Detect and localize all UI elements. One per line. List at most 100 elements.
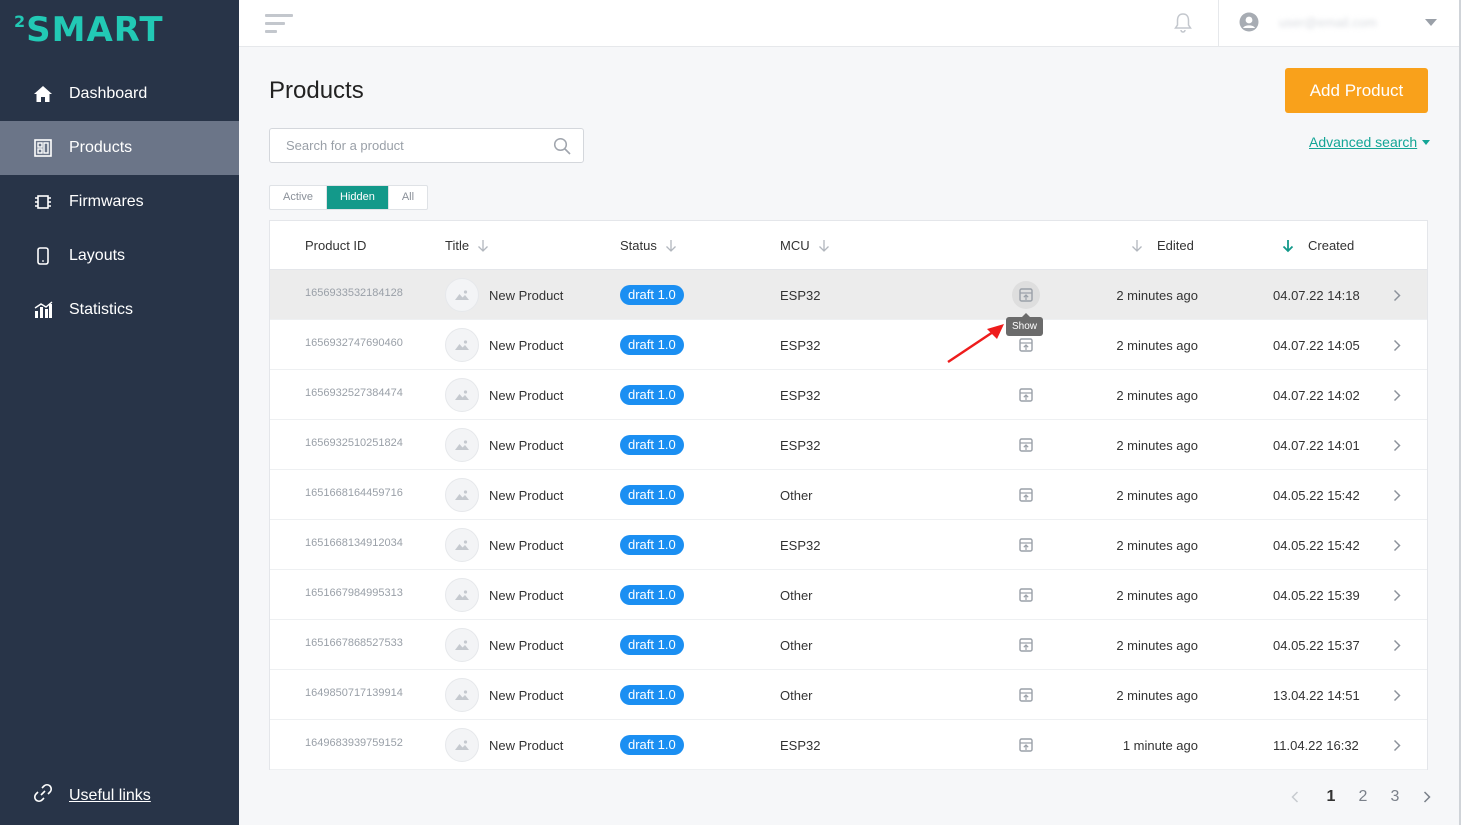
sort-arrow-icon[interactable] xyxy=(818,239,830,253)
chevron-right-icon[interactable] xyxy=(1390,520,1404,570)
unarchive-icon[interactable] xyxy=(1012,631,1040,659)
sort-arrow-icon[interactable] xyxy=(477,239,489,253)
sort-arrow-icon[interactable] xyxy=(1131,239,1143,253)
next-page-icon[interactable] xyxy=(1421,790,1433,804)
edited-value: 2 minutes ago xyxy=(1116,587,1198,603)
search-input[interactable] xyxy=(270,129,540,162)
table-row[interactable]: 1656932747690460 New Product draft 1.0 ESP3… xyxy=(270,320,1427,370)
unarchive-icon[interactable] xyxy=(1012,481,1040,509)
chevron-right-icon[interactable] xyxy=(1390,320,1404,370)
filter-active[interactable]: Active xyxy=(270,186,326,209)
sidebar-item-label: Layouts xyxy=(69,247,126,264)
user-email[interactable]: user@email.com xyxy=(1279,15,1377,30)
chevron-right-icon[interactable] xyxy=(1390,670,1404,720)
status-cell: draft 1.0 xyxy=(620,670,684,720)
status-badge: draft 1.0 xyxy=(620,485,684,505)
show-action-cell xyxy=(1012,370,1040,420)
chevron-right-icon[interactable] xyxy=(1390,470,1404,520)
product-id: 1649850717139914 xyxy=(305,687,403,699)
chevron-right-icon[interactable] xyxy=(1390,570,1404,620)
status-badge: draft 1.0 xyxy=(620,685,684,705)
table-row[interactable]: 1649850717139914 New Product draft 1.0 Othe… xyxy=(270,670,1427,720)
page-1[interactable]: 1 xyxy=(1315,788,1347,806)
table-row[interactable]: 1651668164459716 New Product draft 1.0 Othe… xyxy=(270,470,1427,520)
sidebar-item-firmwares[interactable]: Firmwares xyxy=(0,175,239,229)
product-title: New Product xyxy=(489,487,564,503)
page-2[interactable]: 2 xyxy=(1347,788,1379,806)
table-row[interactable]: 1651668134912034 New Product draft 1.0 ESP3… xyxy=(270,520,1427,570)
table-row[interactable]: 1656933532184128 New Product draft 1.0 ESP3… xyxy=(270,270,1427,320)
show-action-cell xyxy=(1012,570,1040,620)
chevron-down-icon[interactable] xyxy=(1425,19,1437,26)
chevron-right-icon[interactable] xyxy=(1390,370,1404,420)
user-avatar-icon[interactable] xyxy=(1239,12,1259,32)
useful-links[interactable]: Useful links xyxy=(33,783,151,808)
product-id: 1656932527384474 xyxy=(305,387,403,399)
filter-hidden[interactable]: Hidden xyxy=(325,186,388,209)
chevron-right-icon[interactable] xyxy=(1390,270,1404,320)
created-value: 04.05.22 15:39 xyxy=(1273,587,1360,603)
product-id: 1656932747690460 xyxy=(305,337,403,349)
mcu-value: ESP32 xyxy=(780,437,821,453)
status-cell: draft 1.0 xyxy=(620,320,684,370)
topbar-divider xyxy=(1218,0,1219,47)
product-image-icon xyxy=(445,628,479,662)
chevron-right-icon[interactable] xyxy=(1390,420,1404,470)
table-row[interactable]: 1649683939759152 New Product draft 1.0 ESP3… xyxy=(270,720,1427,770)
show-action-cell xyxy=(1012,420,1040,470)
mcu-value: ESP32 xyxy=(780,287,821,303)
brand-logo[interactable]: 2SMART xyxy=(14,10,164,50)
unarchive-icon[interactable] xyxy=(1012,581,1040,609)
table-row[interactable]: 1651667868527533 New Product draft 1.0 Othe… xyxy=(270,620,1427,670)
header-status[interactable]: Status xyxy=(620,238,677,253)
edited-value: 2 minutes ago xyxy=(1116,537,1198,553)
visibility-filter: Active Hidden All xyxy=(269,185,429,210)
sidebar-item-products[interactable]: Products xyxy=(0,121,239,175)
header-title[interactable]: Title xyxy=(445,238,489,253)
sort-arrow-active-icon[interactable] xyxy=(1282,239,1294,253)
unarchive-icon[interactable] xyxy=(1012,531,1040,559)
advanced-search-link[interactable]: Advanced search xyxy=(1309,134,1431,150)
add-product-button[interactable]: Add Product xyxy=(1285,68,1428,113)
filter-all[interactable]: All xyxy=(387,186,427,209)
header-mcu[interactable]: MCU xyxy=(780,238,830,253)
product-title-cell: New Product xyxy=(445,420,563,470)
chevron-right-icon[interactable] xyxy=(1390,720,1404,770)
unarchive-icon[interactable] xyxy=(1012,731,1040,759)
sidebar-item-layouts[interactable]: Layouts xyxy=(0,229,239,283)
chevron-right-icon[interactable] xyxy=(1390,620,1404,670)
menu-toggle-icon[interactable] xyxy=(265,14,293,34)
table-row[interactable]: 1656932527384474 New Product draft 1.0 ESP3… xyxy=(270,370,1427,420)
unarchive-icon[interactable] xyxy=(1012,431,1040,459)
created-value: 13.04.22 14:51 xyxy=(1273,687,1360,703)
header-created[interactable]: Created xyxy=(1282,238,1354,253)
table-row[interactable]: 1656932510251824 New Product draft 1.0 ESP3… xyxy=(270,420,1427,470)
useful-links-label: Useful links xyxy=(69,786,151,804)
table-row[interactable]: 1651667984995313 New Product draft 1.0 Othe… xyxy=(270,570,1427,620)
sidebar-nav: Dashboard Products Firmwares Layouts Sta… xyxy=(0,67,239,337)
created-value: 04.07.22 14:02 xyxy=(1273,387,1360,403)
unarchive-icon[interactable] xyxy=(1012,381,1040,409)
page-3[interactable]: 3 xyxy=(1379,788,1411,806)
product-title: New Product xyxy=(489,637,564,653)
show-action-cell xyxy=(1012,670,1040,720)
status-badge: draft 1.0 xyxy=(620,735,684,755)
product-title: New Product xyxy=(489,687,564,703)
product-image-icon xyxy=(445,578,479,612)
product-image-icon xyxy=(445,378,479,412)
unarchive-icon[interactable] xyxy=(1012,281,1040,309)
sidebar-item-statistics[interactable]: Statistics xyxy=(0,283,239,337)
unarchive-icon[interactable] xyxy=(1012,681,1040,709)
search-icon[interactable] xyxy=(553,137,571,155)
bell-icon[interactable] xyxy=(1173,12,1193,34)
show-action-cell xyxy=(1012,720,1040,770)
status-cell: draft 1.0 xyxy=(620,520,684,570)
search-box xyxy=(269,128,584,163)
header-edited[interactable]: Edited xyxy=(1131,238,1194,253)
sidebar-item-dashboard[interactable]: Dashboard xyxy=(0,67,239,121)
prev-page-icon[interactable] xyxy=(1289,790,1301,804)
status-badge: draft 1.0 xyxy=(620,385,684,405)
product-title-cell: New Product xyxy=(445,670,563,720)
sort-arrow-icon[interactable] xyxy=(665,239,677,253)
created-value: 11.04.22 16:32 xyxy=(1273,737,1359,753)
